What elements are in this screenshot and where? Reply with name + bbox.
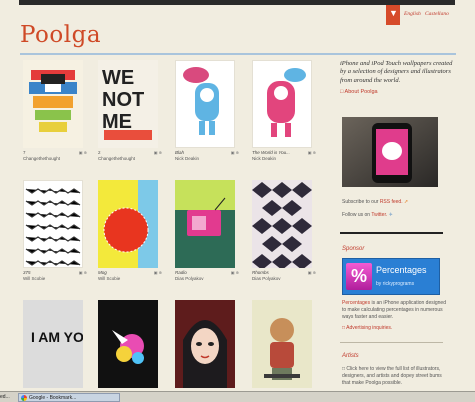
download-icons[interactable]: ▣ ⊕ bbox=[231, 150, 239, 155]
wallpaper-author[interactable]: Dias Polyakov bbox=[252, 276, 318, 282]
wallpaper-author[interactable]: Nick Deakin bbox=[175, 156, 241, 162]
wallpaper-caption: Rhombs Dias Polyakov ▣ ⊕ bbox=[252, 270, 318, 281]
arrow-down-icon: ▼ bbox=[389, 8, 398, 18]
lang-english-link[interactable]: English bbox=[404, 11, 421, 17]
artists-text-label[interactable]: Click here to view the full list of illu… bbox=[342, 366, 442, 386]
character-art-icon bbox=[183, 67, 219, 135]
taskbar-button-label: Google - Bookmark... bbox=[29, 395, 77, 401]
download-icons[interactable]: ▣ ⊕ bbox=[308, 150, 316, 155]
download-icons[interactable]: ▣ ⊕ bbox=[154, 150, 162, 155]
typography-art-icon: WE NOT ME bbox=[98, 60, 158, 148]
percent-icon: % bbox=[346, 263, 372, 290]
rss-link[interactable]: RSS feed. bbox=[380, 199, 403, 205]
about-link[interactable]: □ About Poolga bbox=[340, 89, 455, 95]
sidebar-separator bbox=[340, 232, 443, 234]
svg-text:WE: WE bbox=[102, 67, 134, 89]
taskbar-button-google[interactable]: Google - Bookmark... bbox=[18, 393, 120, 402]
ad-description: Percentages is an iPhone application des… bbox=[342, 300, 448, 320]
percentages-ad[interactable]: % Percentages by rickyprograms bbox=[342, 258, 440, 295]
rss-line: Subscribe to our RSS feed. ➚ bbox=[342, 199, 408, 205]
taskbar-left-label[interactable]: ed... bbox=[0, 394, 10, 400]
artists-text[interactable]: □ Click here to view the full list of il… bbox=[342, 366, 450, 386]
ad-title[interactable]: Percentages bbox=[376, 265, 427, 275]
twitter-line: Follow us on Twitter. ✈ bbox=[342, 212, 393, 218]
wallpaper-thumb-boy[interactable] bbox=[252, 300, 312, 388]
sidebar: iPhone and iPod Touch wallpapers created… bbox=[340, 60, 455, 95]
rhombs-art-icon bbox=[252, 180, 312, 268]
download-icons[interactable]: ▣ ⊕ bbox=[231, 270, 239, 275]
svg-text:NOT: NOT bbox=[102, 89, 144, 111]
taskbar: ed... Google - Bookmark... bbox=[0, 391, 475, 402]
character-art-icon bbox=[267, 68, 306, 137]
abstract-art-icon bbox=[98, 300, 158, 388]
google-icon bbox=[21, 395, 27, 401]
download-icons[interactable]: ▣ ⊕ bbox=[79, 150, 87, 155]
lang-castellano-link[interactable]: Castellano bbox=[425, 11, 449, 17]
pattern-art-icon bbox=[25, 188, 81, 266]
wallpaper-caption: Radio Dias Polyakov ▣ ⊕ bbox=[175, 270, 241, 281]
download-icons[interactable]: ▣ ⊕ bbox=[79, 270, 87, 275]
wallpaper-thumb-i-am-you[interactable]: I AM YOU bbox=[23, 300, 83, 388]
iphone-image-icon bbox=[342, 117, 438, 187]
wallpaper-thumb-radio[interactable] bbox=[175, 180, 235, 268]
wallpaper-caption: 375 Will Scobie ▣ ⊕ bbox=[23, 270, 89, 281]
download-icons[interactable]: ▣ ⊕ bbox=[154, 270, 162, 275]
wallpaper-caption: Mog Will Scobie ▣ ⊕ bbox=[98, 270, 164, 281]
wallpaper-caption: 2 Changethethought ▣ ⊕ bbox=[98, 150, 164, 161]
radio-art-icon bbox=[175, 180, 235, 268]
ad-desc-link[interactable]: Percentages bbox=[342, 300, 370, 306]
rss-prefix: Subscribe to our bbox=[342, 199, 379, 205]
advertising-link-label[interactable]: Advertising inquiries. bbox=[346, 325, 392, 331]
wallpaper-thumb-mog[interactable] bbox=[98, 180, 158, 268]
download-icons[interactable]: ▣ ⊕ bbox=[308, 270, 316, 275]
portrait-art-icon bbox=[175, 300, 235, 388]
wallpaper-art-text: I AM YOU bbox=[31, 329, 83, 345]
wallpaper-grid: 7 Changethethought ▣ ⊕ WE NOT ME 2 Chang… bbox=[20, 60, 335, 388]
language-flag[interactable]: ▼ bbox=[386, 5, 400, 25]
wallpaper-thumb-world[interactable] bbox=[252, 60, 312, 148]
bird-icon[interactable]: ✈ bbox=[389, 212, 393, 218]
wallpaper-caption: Blah Nick Deakin ▣ ⊕ bbox=[175, 150, 241, 161]
twitter-link[interactable]: Twitter. bbox=[371, 212, 387, 218]
character-art-icon bbox=[252, 300, 312, 388]
twitter-prefix: Follow us on bbox=[342, 212, 371, 218]
wallpaper-author[interactable]: Changethethought bbox=[98, 156, 164, 162]
wallpaper-thumb-blah[interactable] bbox=[175, 60, 235, 148]
wallpaper-author[interactable]: Will Scobie bbox=[23, 276, 89, 282]
svg-text:ME: ME bbox=[102, 111, 132, 133]
wallpaper-thumb-375[interactable] bbox=[23, 180, 83, 268]
wallpaper-thumb-rhombs[interactable] bbox=[252, 180, 312, 268]
typography-art-icon: I AM YOU bbox=[23, 300, 83, 388]
wallpaper-thumb-2[interactable]: WE NOT ME bbox=[98, 60, 158, 148]
ad-subtitle: by rickyprograms bbox=[376, 281, 415, 287]
wallpaper-caption: 7 Changethethought ▣ ⊕ bbox=[23, 150, 89, 161]
wallpaper-caption: The World is You... Nick Deakin ▣ ⊕ bbox=[252, 150, 318, 161]
wallpaper-thumb-girl[interactable] bbox=[175, 300, 235, 388]
site-logo[interactable]: Poolga bbox=[20, 22, 101, 48]
site-description: iPhone and iPod Touch wallpapers created… bbox=[340, 60, 453, 84]
wallpaper-author[interactable]: Dias Polyakov bbox=[175, 276, 241, 282]
artists-heading: Artists bbox=[342, 353, 359, 359]
advertising-link[interactable]: □ Advertising inquiries. bbox=[342, 325, 392, 331]
header-divider bbox=[20, 53, 456, 55]
sponsor-heading: Sponsor bbox=[342, 246, 365, 252]
wallpaper-author[interactable]: Will Scobie bbox=[98, 276, 164, 282]
wallpaper-thumb-5[interactable] bbox=[98, 300, 158, 388]
wallpaper-thumb-7[interactable] bbox=[23, 60, 83, 148]
iphone-photo bbox=[342, 117, 438, 187]
sidebar-separator bbox=[340, 342, 443, 343]
abstract-art-icon bbox=[23, 60, 83, 148]
wallpaper-author[interactable]: Changethethought bbox=[23, 156, 89, 162]
about-link-label[interactable]: About Poolga bbox=[345, 89, 378, 95]
rss-icon[interactable]: ➚ bbox=[404, 199, 408, 205]
wallpaper-author[interactable]: Nick Deakin bbox=[252, 156, 318, 162]
circle-art-icon bbox=[98, 180, 158, 268]
